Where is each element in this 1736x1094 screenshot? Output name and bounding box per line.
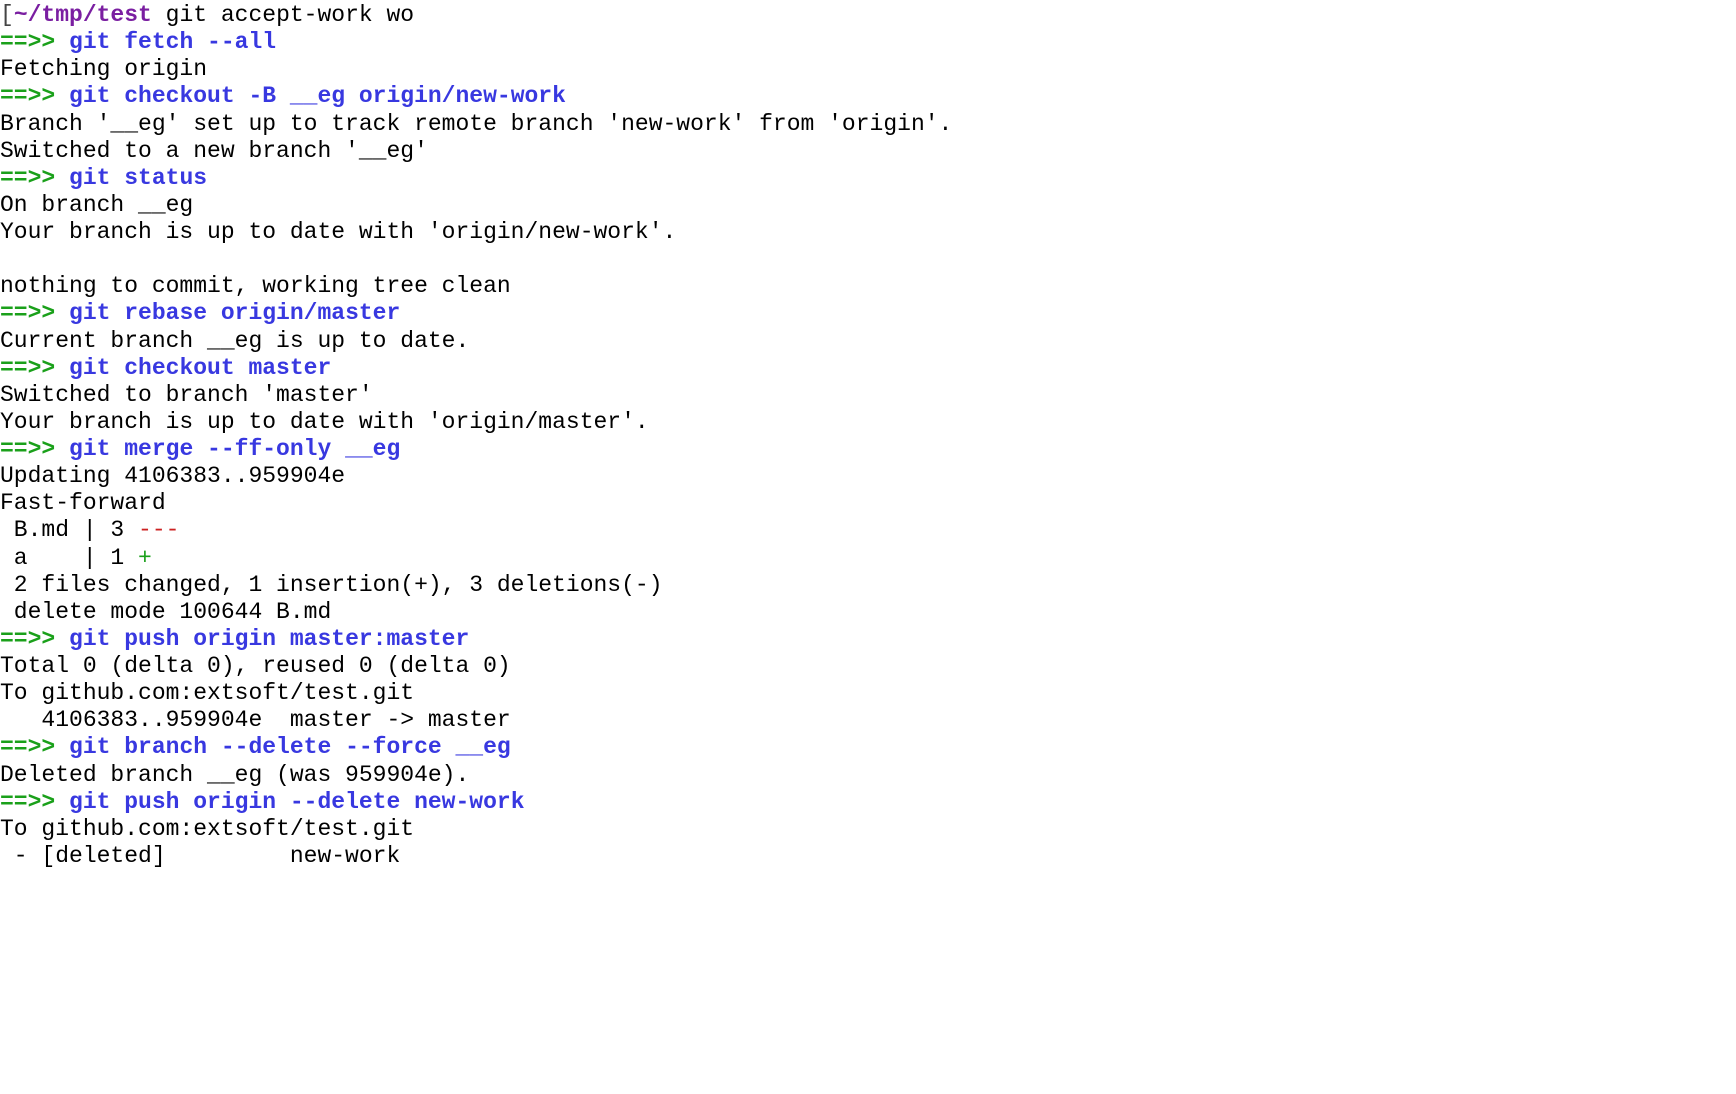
output-line: Fast-forward [0,490,166,516]
step-command-5: git merge --ff-only __eg [55,436,400,462]
output-line: Branch '__eg' set up to track remote bra… [0,111,952,137]
step-command-7: git branch --delete --force __eg [55,734,510,760]
step-command-3: git rebase origin/master [55,300,400,326]
output-line: nothing to commit, working tree clean [0,273,511,299]
diffstat-marks: --- [138,517,179,543]
output-line: Switched to a new branch '__eg' [0,138,428,164]
output-line: Your branch is up to date with 'origin/m… [0,409,649,435]
step-command-6: git push origin master:master [55,626,469,652]
step-arrow: ==>> [0,29,55,55]
step-command-4: git checkout master [55,355,331,381]
step-arrow: ==>> [0,789,55,815]
prompt-cwd: ~/tmp/test [14,2,152,28]
output-line: Switched to branch 'master' [0,382,373,408]
step-arrow: ==>> [0,355,55,381]
output-line: 4106383..959904e master -> master [0,707,511,733]
output-line: - [deleted] new-work [0,843,400,869]
diffstat-file: B.md | 3 [0,517,138,543]
step-arrow: ==>> [0,626,55,652]
step-command-2: git status [55,165,207,191]
output-line: Current branch __eg is up to date. [0,328,469,354]
step-arrow: ==>> [0,300,55,326]
output-line: Updating 4106383..959904e [0,463,345,489]
step-arrow: ==>> [0,83,55,109]
diffstat-file: a | 1 [0,545,138,571]
output-line: On branch __eg [0,192,193,218]
terminal-output[interactable]: [~/tmp/test git accept-work wo ==>> git … [0,0,1736,870]
output-line: Deleted branch __eg (was 959904e). [0,762,469,788]
output-line: delete mode 100644 B.md [0,599,331,625]
output-line: Your branch is up to date with 'origin/n… [0,219,676,245]
step-command-1: git checkout -B __eg origin/new-work [55,83,566,109]
output-line: Total 0 (delta 0), reused 0 (delta 0) [0,653,511,679]
step-arrow: ==>> [0,734,55,760]
typed-command: git accept-work wo [152,2,414,28]
diffstat-marks: + [138,545,152,571]
step-command-8: git push origin --delete new-work [55,789,524,815]
step-arrow: ==>> [0,436,55,462]
output-line: To github.com:extsoft/test.git [0,680,414,706]
output-line: 2 files changed, 1 insertion(+), 3 delet… [0,572,663,598]
prompt-bracket: [ [0,2,14,28]
step-command-0: git fetch --all [55,29,276,55]
output-line: Fetching origin [0,56,207,82]
output-line: To github.com:extsoft/test.git [0,816,414,842]
step-arrow: ==>> [0,165,55,191]
